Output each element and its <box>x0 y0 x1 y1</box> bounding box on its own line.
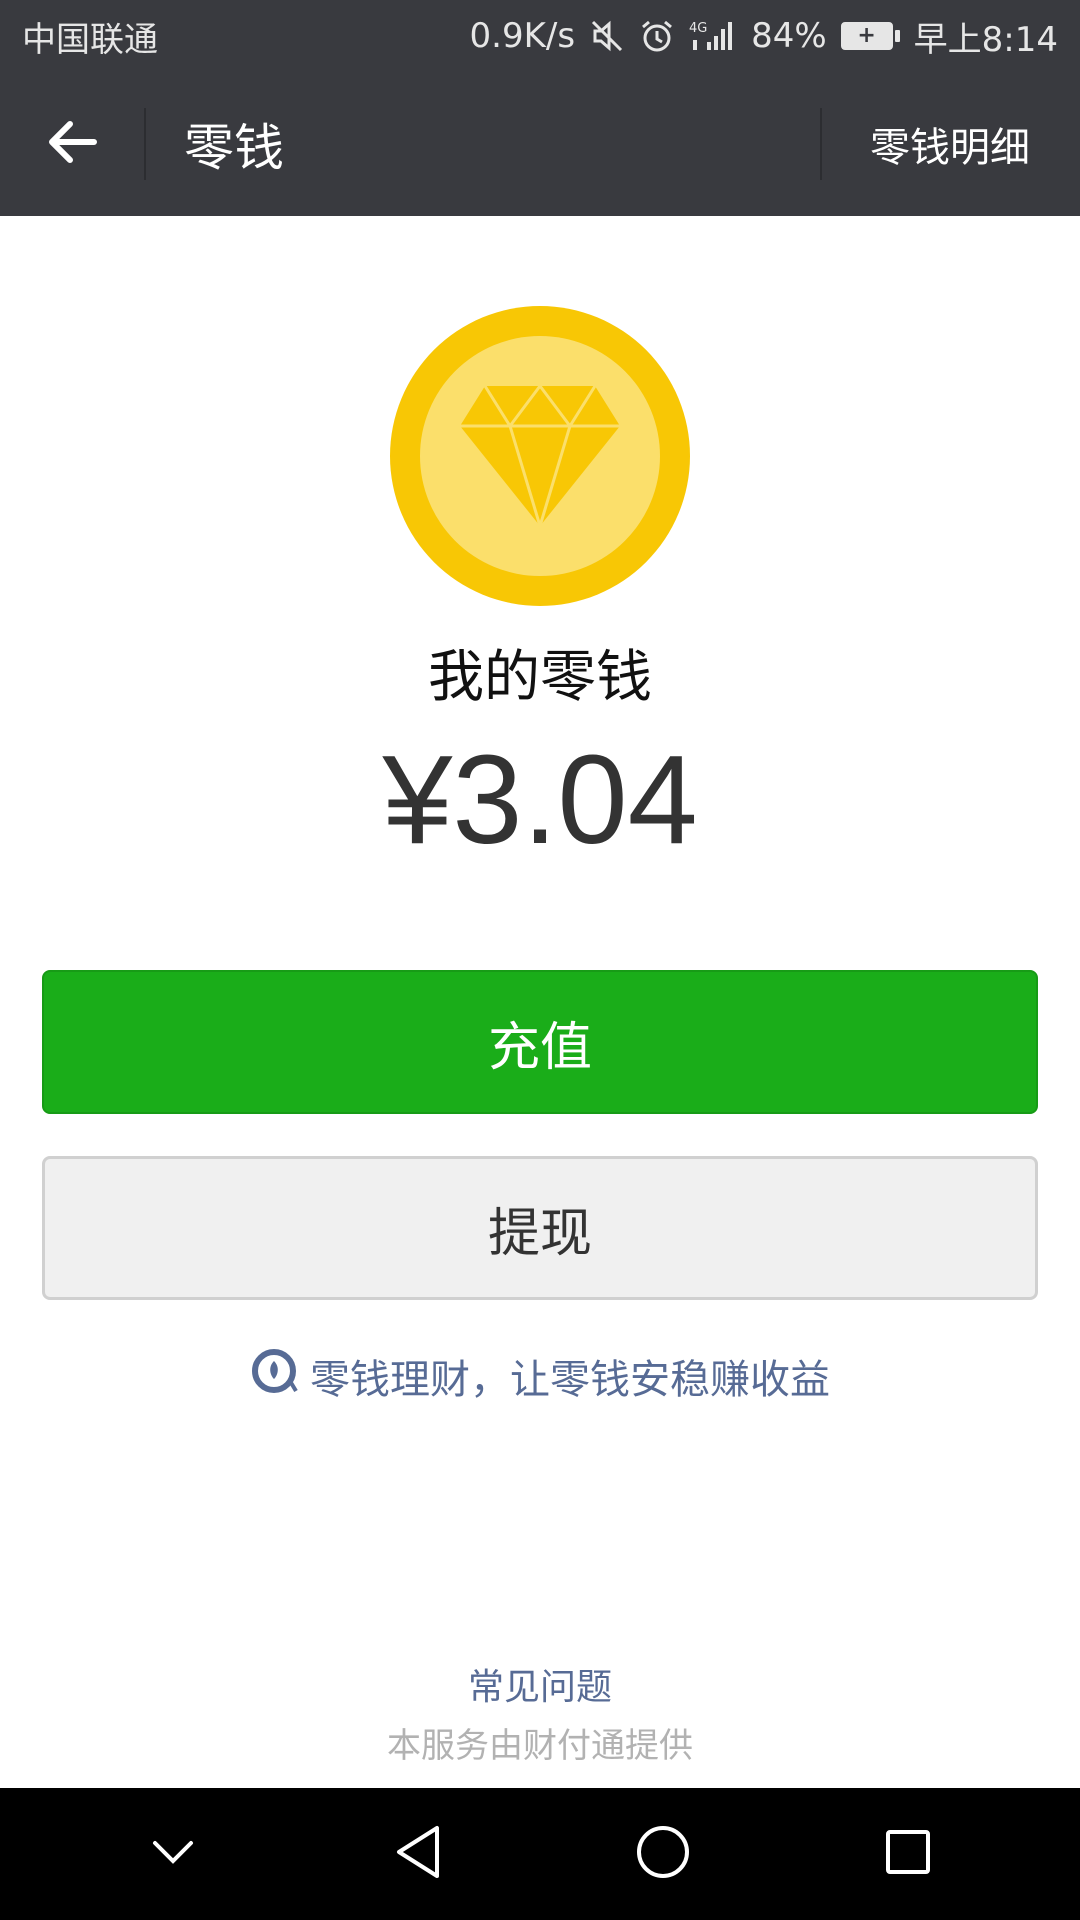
carrier-label: 中国联通 <box>22 19 158 60</box>
network-speed: 0.9K/s <box>469 16 576 56</box>
wallet-detail-link[interactable]: 零钱明细 <box>822 72 1080 216</box>
home-circle-icon <box>635 1824 691 1884</box>
nav-home-button[interactable] <box>613 1804 713 1904</box>
licaitong-icon <box>250 1347 298 1405</box>
battery-icon: + <box>840 22 900 50</box>
alarm-icon <box>639 18 675 54</box>
faq-link[interactable]: 常见问题 <box>0 1658 1080 1710</box>
nav-back-button[interactable] <box>368 1804 468 1904</box>
chevron-down-icon <box>151 1837 195 1871</box>
wallet-label: 我的零钱 <box>428 645 652 710</box>
status-bar: 中国联通 0.9K/s 4G 84% + 早上8:14 <box>0 0 1080 72</box>
wealth-management-link[interactable]: 零钱理财，让零钱安稳赚收益 <box>0 1347 1080 1405</box>
mute-icon <box>589 18 625 54</box>
title-bar: 零钱 零钱明细 <box>0 72 1080 216</box>
back-triangle-icon <box>393 1824 443 1884</box>
page-title: 零钱 <box>184 119 284 177</box>
nav-recents-button[interactable] <box>858 1804 958 1904</box>
diamond-coin-icon <box>390 306 690 606</box>
provider-note: 本服务由财付通提供 <box>387 1726 693 1766</box>
recents-square-icon <box>883 1827 933 1881</box>
battery-percent: 84% <box>751 16 827 56</box>
back-button[interactable] <box>0 72 144 216</box>
wallet-balance: ¥3.04 <box>382 729 698 870</box>
wealth-management-text: 零钱理财，让零钱安稳赚收益 <box>310 1357 830 1403</box>
network-type: 4G <box>689 21 707 36</box>
clock: 早上8:14 <box>913 19 1058 60</box>
recharge-button[interactable]: 充值 <box>42 970 1038 1114</box>
withdraw-button[interactable]: 提现 <box>42 1156 1038 1300</box>
hide-keyboard-button[interactable] <box>123 1804 223 1904</box>
signal-icon: 4G <box>689 18 737 54</box>
status-right: 0.9K/s 4G 84% + 早上8:14 <box>470 12 1058 61</box>
arrow-left-icon <box>44 114 100 174</box>
system-nav-bar <box>0 1788 1080 1920</box>
